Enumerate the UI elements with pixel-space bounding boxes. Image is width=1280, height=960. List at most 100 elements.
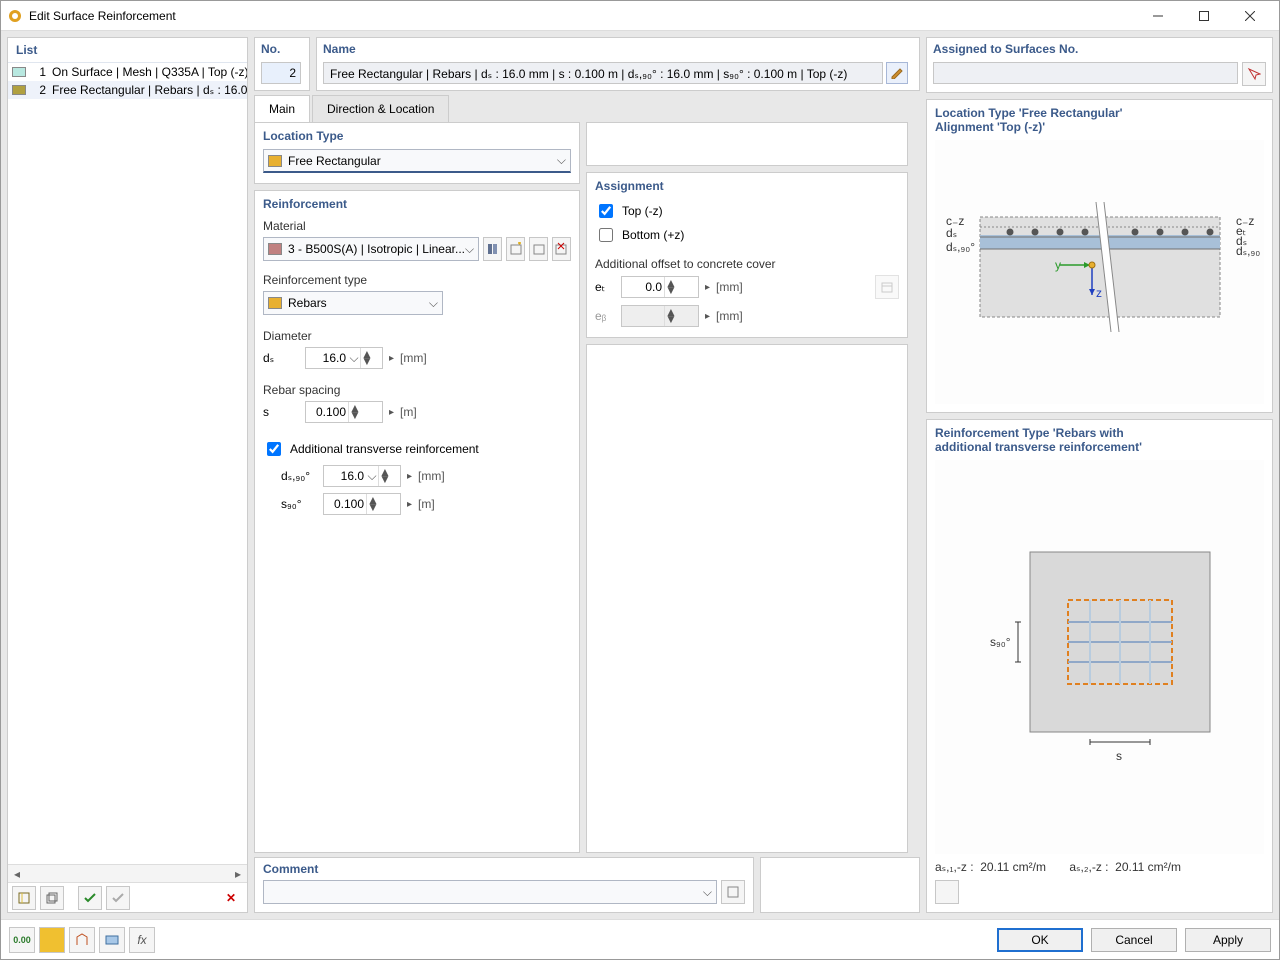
scroll-left-icon[interactable]: ◂ bbox=[9, 867, 25, 881]
ok-button[interactable]: OK bbox=[997, 928, 1083, 952]
units-button[interactable]: 0.00 bbox=[9, 927, 35, 953]
svg-text:s₉₀°: s₉₀° bbox=[990, 635, 1011, 649]
apply-icon[interactable]: ▸ bbox=[407, 499, 412, 510]
view-button[interactable] bbox=[99, 927, 125, 953]
atr-checkbox[interactable] bbox=[267, 442, 281, 456]
list-hscroll[interactable]: ◂ ▸ bbox=[8, 864, 247, 882]
svg-text:dₛ,₉₀°: dₛ,₉₀° bbox=[946, 240, 975, 254]
spin-buttons[interactable]: ▲▼ bbox=[366, 494, 378, 514]
list-area[interactable]: 1 On Surface | Mesh | Q335A | Top (-z) |… bbox=[8, 62, 247, 864]
chevron-down-icon[interactable]: ⌵ bbox=[366, 469, 378, 484]
offset-calendar-button[interactable] bbox=[875, 275, 899, 299]
s90-unit: [m] bbox=[418, 497, 435, 511]
location-type-combo[interactable]: Free Rectangular ⌵ bbox=[263, 149, 571, 173]
list-idx: 1 bbox=[32, 65, 46, 79]
no-header: No. bbox=[261, 42, 303, 58]
s-unit: [m] bbox=[400, 405, 417, 419]
cancel-button[interactable]: Cancel bbox=[1091, 928, 1177, 952]
empty-bottom-card bbox=[586, 344, 908, 853]
no-input[interactable] bbox=[261, 62, 301, 84]
list-item[interactable]: 2 Free Rectangular | Rebars | dₛ : 16.0 … bbox=[8, 81, 247, 99]
svg-text:s: s bbox=[1116, 749, 1122, 763]
list-label: On Surface | Mesh | Q335A | Top (-z) | bbox=[52, 65, 247, 79]
spin-buttons[interactable]: ▲▼ bbox=[348, 402, 360, 422]
s-input[interactable]: ▲▼ bbox=[305, 401, 383, 423]
preview-location: Location Type 'Free Rectangular' Alignme… bbox=[926, 99, 1273, 413]
edit-name-button[interactable] bbox=[886, 62, 908, 84]
section-diagram: c₋z dₛ dₛ,₉₀° c₋z eₜ dₛ dₛ,₉₀° y z bbox=[935, 140, 1264, 404]
preview-tool-button[interactable] bbox=[935, 880, 959, 904]
apply-icon[interactable]: ▸ bbox=[705, 282, 710, 293]
location-type-card: Location Type Free Rectangular ⌵ bbox=[254, 122, 580, 184]
color-button[interactable] bbox=[39, 927, 65, 953]
location-type-value: Free Rectangular bbox=[288, 154, 557, 168]
spin-buttons[interactable]: ▲▼ bbox=[360, 348, 372, 368]
comment-combo[interactable]: ⌵ bbox=[263, 880, 717, 904]
apply-icon[interactable]: ▸ bbox=[389, 353, 394, 364]
reinforcement-type-combo[interactable]: Rebars ⌵ bbox=[263, 291, 443, 315]
name-input[interactable]: Free Rectangular | Rebars | dₛ : 16.0 mm… bbox=[323, 62, 883, 84]
apply-button[interactable]: Apply bbox=[1185, 928, 1271, 952]
window-title: Edit Surface Reinforcement bbox=[29, 9, 1135, 23]
spin-buttons[interactable]: ▲▼ bbox=[378, 466, 390, 486]
scroll-right-icon[interactable]: ▸ bbox=[230, 867, 246, 881]
ds90-input[interactable]: ⌵ ▲▼ bbox=[323, 465, 401, 487]
chevron-down-icon: ⌵ bbox=[703, 885, 712, 900]
material-edit-button[interactable] bbox=[529, 237, 548, 261]
new-button[interactable] bbox=[12, 886, 36, 910]
ds-input[interactable]: ⌵ ▲▼ bbox=[305, 347, 383, 369]
bottom-label: Bottom (+z) bbox=[622, 228, 684, 242]
preview1-line2: Alignment 'Top (-z)' bbox=[935, 120, 1264, 134]
material-delete-button[interactable] bbox=[552, 237, 571, 261]
reinforcement-type-label: Reinforcement type bbox=[263, 271, 571, 291]
list-swatch bbox=[12, 85, 26, 95]
res1-label: aₛ,₁,-z : bbox=[935, 860, 974, 874]
name-field: Name Free Rectangular | Rebars | dₛ : 16… bbox=[316, 37, 920, 91]
reinforcement-type-value: Rebars bbox=[288, 296, 429, 310]
close-button[interactable] bbox=[1227, 1, 1273, 31]
comment-pick-button[interactable] bbox=[721, 880, 745, 904]
check-all-button[interactable] bbox=[78, 886, 102, 910]
material-library-button[interactable] bbox=[483, 237, 502, 261]
spin-buttons: ▲▼ bbox=[664, 306, 676, 326]
bottom-checkbox-row: Bottom (+z) bbox=[595, 223, 899, 247]
list-item[interactable]: 1 On Surface | Mesh | Q335A | Top (-z) | bbox=[8, 63, 247, 81]
minimize-button[interactable] bbox=[1135, 1, 1181, 31]
material-new-button[interactable] bbox=[506, 237, 525, 261]
assigned-header: Assigned to Surfaces No. bbox=[933, 42, 1266, 58]
eb-unit: [mm] bbox=[716, 309, 743, 323]
atr-checkbox-row: Additional transverse reinforcement bbox=[263, 437, 571, 461]
location-type-swatch bbox=[268, 155, 282, 167]
assigned-input[interactable] bbox=[933, 62, 1238, 84]
tab-direction-location[interactable]: Direction & Location bbox=[312, 95, 449, 122]
maximize-button[interactable] bbox=[1181, 1, 1227, 31]
fx-button[interactable]: fx bbox=[129, 927, 155, 953]
et-unit: [mm] bbox=[716, 280, 743, 294]
ds-unit: [mm] bbox=[400, 351, 427, 365]
chevron-down-icon[interactable]: ⌵ bbox=[348, 351, 360, 366]
comment-header: Comment bbox=[263, 862, 745, 876]
bottom-checkbox[interactable] bbox=[599, 228, 613, 242]
reinforcement-header: Reinforcement bbox=[263, 197, 571, 217]
tab-main[interactable]: Main bbox=[254, 95, 310, 122]
spin-buttons[interactable]: ▲▼ bbox=[664, 277, 676, 297]
delete-button[interactable]: ✕ bbox=[219, 886, 243, 910]
list-panel: List 1 On Surface | Mesh | Q335A | Top (… bbox=[7, 37, 248, 913]
et-input[interactable]: ▲▼ bbox=[621, 276, 699, 298]
pick-surface-button[interactable] bbox=[1242, 62, 1266, 86]
apply-icon[interactable]: ▸ bbox=[389, 407, 394, 418]
copy-button[interactable] bbox=[40, 886, 64, 910]
svg-text:dₛ,₉₀°: dₛ,₉₀° bbox=[1236, 244, 1260, 258]
top-label: Top (-z) bbox=[622, 204, 663, 218]
res2-label: aₛ,₂,-z : bbox=[1069, 860, 1108, 874]
eb-input: ▲▼ bbox=[621, 305, 699, 327]
apply-icon[interactable]: ▸ bbox=[407, 471, 412, 482]
uncheck-all-button[interactable] bbox=[106, 886, 130, 910]
s90-input[interactable]: ▲▼ bbox=[323, 493, 401, 515]
no-field: No. bbox=[254, 37, 310, 91]
material-label: Material bbox=[263, 217, 571, 237]
top-checkbox[interactable] bbox=[599, 204, 613, 218]
model-button[interactable] bbox=[69, 927, 95, 953]
material-combo[interactable]: 3 - B500S(A) | Isotropic | Linear... ⌵ bbox=[263, 237, 479, 261]
name-header: Name bbox=[323, 42, 913, 58]
